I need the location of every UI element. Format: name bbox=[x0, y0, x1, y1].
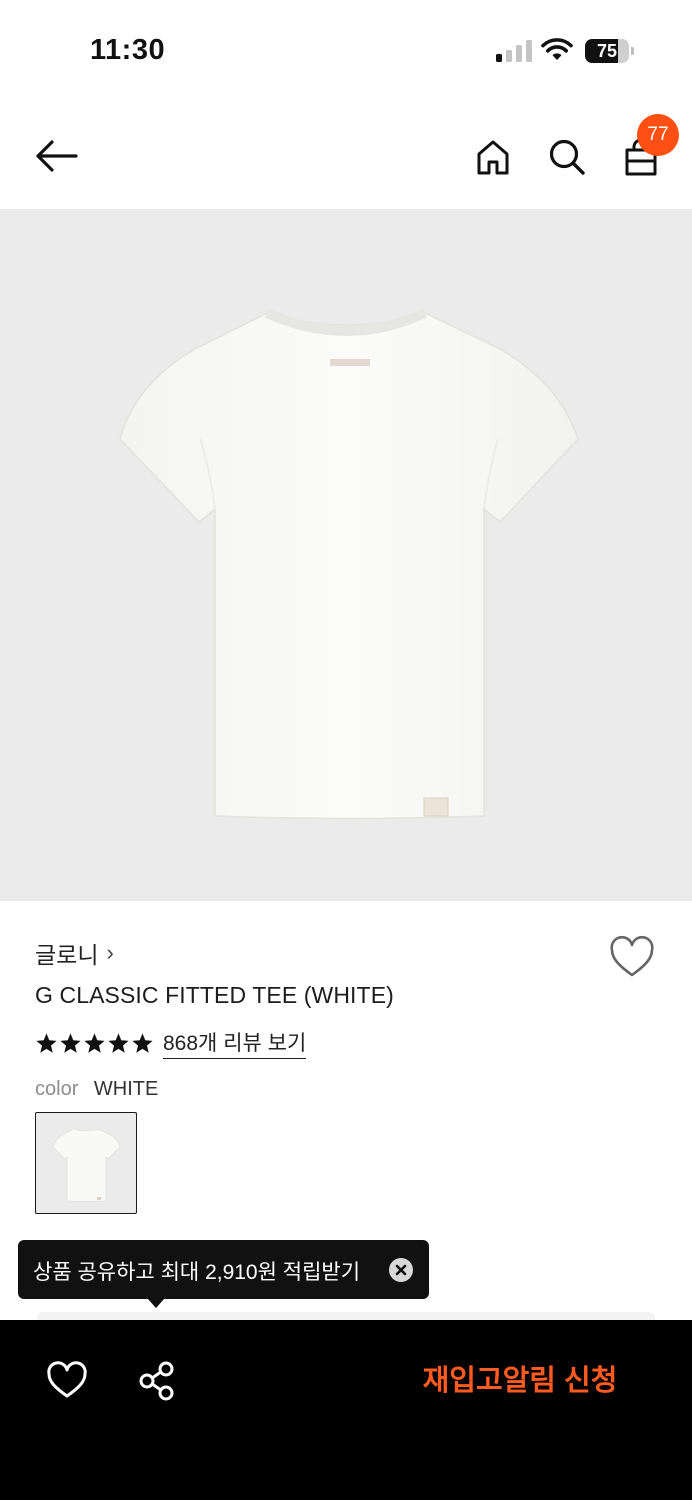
brand-name: 글로니 bbox=[35, 942, 99, 968]
status-time: 11:30 bbox=[90, 34, 166, 66]
cellular-signal-icon bbox=[496, 40, 532, 62]
search-button[interactable] bbox=[543, 133, 591, 181]
close-icon bbox=[395, 1264, 407, 1276]
back-button[interactable] bbox=[32, 132, 80, 180]
review-link[interactable]: 868개 리뷰 보기 bbox=[163, 1027, 307, 1059]
tshirt-thumbnail bbox=[52, 1128, 121, 1202]
share-button[interactable] bbox=[135, 1358, 181, 1404]
battery-cap bbox=[631, 47, 634, 55]
share-reward-tooltip: 상품 공유하고 최대 2,910원 적립받기 bbox=[18, 1240, 429, 1299]
share-icon bbox=[139, 1361, 174, 1401]
color-value: WHITE bbox=[93, 1078, 159, 1100]
home-button[interactable] bbox=[469, 133, 517, 181]
tshirt-image bbox=[119, 308, 579, 820]
cart-count-badge: 77 bbox=[637, 114, 679, 156]
product-image[interactable] bbox=[0, 209, 692, 901]
star-icon bbox=[108, 1032, 129, 1053]
color-label: color bbox=[35, 1078, 79, 1100]
star-icon bbox=[36, 1032, 57, 1053]
battery-level: 75 bbox=[596, 41, 618, 61]
product-name: G CLASSIC FITTED TEE (WHITE) bbox=[35, 982, 394, 1008]
tooltip-text: 상품 공유하고 최대 2,910원 적립받기 bbox=[33, 1261, 361, 1284]
battery-indicator: 75 bbox=[585, 39, 635, 63]
star-icon bbox=[84, 1032, 105, 1053]
color-row: color WHITE bbox=[35, 1078, 158, 1101]
restock-alert-button[interactable]: 재입고알림 신청 bbox=[400, 1358, 640, 1404]
top-nav bbox=[0, 100, 692, 210]
wifi-icon bbox=[541, 38, 573, 60]
star-icon bbox=[60, 1032, 81, 1053]
heart-icon bbox=[610, 935, 654, 977]
battery-body: 75 bbox=[585, 39, 629, 63]
status-bar: 11:30 75 bbox=[0, 0, 692, 100]
back-arrow-icon bbox=[36, 140, 78, 172]
rating-row: 868개 리뷰 보기 bbox=[35, 1027, 307, 1059]
bottom-action-bar: 재입고알림 신청 bbox=[0, 1320, 692, 1500]
rating-stars bbox=[35, 1032, 154, 1055]
home-icon bbox=[477, 140, 509, 175]
search-icon bbox=[549, 139, 585, 175]
chevron-right-icon: › bbox=[106, 940, 114, 965]
color-swatch-white[interactable] bbox=[35, 1112, 137, 1214]
star-icon bbox=[132, 1032, 153, 1053]
wishlist-button[interactable] bbox=[608, 934, 656, 982]
heart-icon bbox=[47, 1361, 87, 1398]
bottom-wishlist-button[interactable] bbox=[44, 1358, 90, 1404]
tooltip-close-button[interactable] bbox=[389, 1258, 413, 1282]
brand-link[interactable]: 글로니 › bbox=[35, 936, 114, 970]
tooltip-arrow bbox=[147, 1298, 165, 1308]
